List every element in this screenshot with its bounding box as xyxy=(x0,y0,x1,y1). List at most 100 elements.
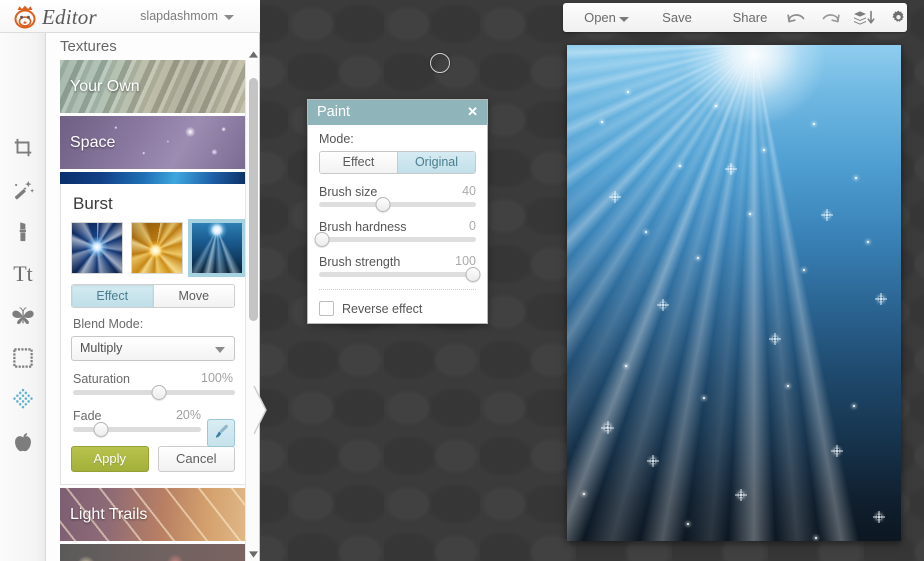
texture-category-label: Space xyxy=(70,133,116,151)
texture-thumbnail-burst-blue-sunburst[interactable] xyxy=(188,219,246,277)
texture-category-light-trails[interactable]: Light Trails xyxy=(60,488,246,541)
texture-thumbnail-burst-blue-star[interactable] xyxy=(71,222,123,274)
sparkle-star xyxy=(773,337,777,341)
sparkle xyxy=(787,385,789,387)
sparkle xyxy=(855,177,857,179)
monkey-logo-icon[interactable] xyxy=(11,4,39,30)
texture-mode-tabs: Effect Move xyxy=(71,284,235,308)
sparkle xyxy=(803,269,805,271)
cancel-button[interactable]: Cancel xyxy=(157,446,235,472)
sparkle-star xyxy=(739,493,743,497)
canvas-image-area[interactable] xyxy=(567,45,901,541)
redo-button[interactable] xyxy=(813,3,847,32)
brush-size-slider[interactable] xyxy=(319,197,476,212)
sparkle xyxy=(815,537,817,539)
sparkle-star xyxy=(651,459,655,463)
settings-button[interactable] xyxy=(881,3,915,32)
brush-strength-value: 100 xyxy=(455,254,476,268)
textures-panel: Textures Your Own Space Burst Effect Mov… xyxy=(46,33,260,561)
paint-mode-tabs: Effect Original xyxy=(319,151,476,174)
sidebar-item-themes[interactable] xyxy=(0,421,46,463)
sparkle-star xyxy=(879,297,883,301)
sidebar-item-frames[interactable] xyxy=(0,337,46,379)
brush-hardness-slider[interactable] xyxy=(314,232,476,247)
chevron-right-icon xyxy=(253,385,268,438)
brush-hardness-value: 0 xyxy=(469,219,476,233)
sidebar-item-touchup[interactable] xyxy=(0,211,46,253)
caret-down-icon[interactable] xyxy=(246,547,259,561)
brush-strength-slider-knob[interactable] xyxy=(465,267,481,282)
brush-size-slider-knob[interactable] xyxy=(375,197,391,212)
share-button[interactable]: Share xyxy=(721,3,779,32)
main-toolbar: Open Save Share xyxy=(563,3,907,32)
saturation-slider-knob[interactable] xyxy=(151,385,167,400)
saturation-slider[interactable] xyxy=(73,385,235,400)
undo-button[interactable] xyxy=(779,3,813,32)
brush-strength-label: Brush strength xyxy=(319,255,401,269)
paint-dialog-header[interactable]: Paint ✕ xyxy=(308,100,487,125)
sidebar-item-crop[interactable] xyxy=(0,127,46,169)
text-tt-icon: Tt xyxy=(13,261,33,286)
texture-category-label: Light Trails xyxy=(70,505,148,523)
texture-category-your-own[interactable]: Your Own xyxy=(60,60,246,113)
reverse-effect-checkbox[interactable] xyxy=(319,301,334,316)
sparkle xyxy=(867,241,869,243)
sidebar-item-overlays[interactable] xyxy=(0,295,46,337)
sidebar-item-text[interactable]: Tt xyxy=(0,253,46,295)
open-dropdown-caret-icon[interactable] xyxy=(619,17,629,22)
sidebar-item-textures[interactable] xyxy=(0,379,46,421)
sparkle-star xyxy=(729,167,733,171)
account-menu-label[interactable]: slapdashmom xyxy=(140,9,218,23)
saturation-value: 100% xyxy=(201,371,233,385)
apple-icon xyxy=(12,431,34,454)
sparkle xyxy=(697,257,699,259)
panel-collapse-handle[interactable] xyxy=(253,385,268,435)
chevron-down-icon xyxy=(215,347,225,353)
texture-thumbnail-row xyxy=(61,219,246,284)
tab-effect[interactable]: Effect xyxy=(72,285,153,307)
blend-mode-select[interactable]: Multiply xyxy=(71,336,235,361)
reverse-effect-label: Reverse effect xyxy=(342,301,423,316)
paintbrush-icon xyxy=(213,423,230,443)
brush-strength-row: Brush strength 100 xyxy=(319,254,476,270)
brush-size-label: Brush size xyxy=(319,185,378,199)
brush-hardness-slider-knob[interactable] xyxy=(314,232,330,247)
edited-photo xyxy=(567,45,901,541)
sparkle-star xyxy=(835,449,839,453)
burst-banner-strip[interactable] xyxy=(60,172,246,184)
texture-category-label: Your Own xyxy=(70,77,140,95)
reverse-effect-row[interactable]: Reverse effect xyxy=(308,290,487,316)
sparkle-star xyxy=(605,425,610,430)
sparkle xyxy=(679,165,681,167)
fade-value: 20% xyxy=(175,408,201,422)
brush-circle-cursor xyxy=(430,53,450,73)
texture-thumbnail-burst-gold[interactable] xyxy=(131,222,183,274)
sparkle xyxy=(645,231,647,233)
scrollbar-thumb[interactable] xyxy=(249,78,258,321)
flatten-layers-button[interactable] xyxy=(847,3,881,32)
burst-category-title: Burst xyxy=(73,194,113,213)
tab-paint-effect[interactable]: Effect xyxy=(320,152,397,173)
sidebar-item-effects[interactable] xyxy=(0,169,46,211)
tab-move[interactable]: Move xyxy=(152,285,234,307)
apply-button[interactable]: Apply xyxy=(71,446,149,472)
texture-category-space[interactable]: Space xyxy=(60,116,246,169)
chevron-down-icon[interactable] xyxy=(224,15,234,20)
save-button[interactable]: Save xyxy=(651,3,703,32)
sparkle xyxy=(627,91,629,93)
brush-strength-slider[interactable] xyxy=(319,267,481,282)
fade-slider[interactable] xyxy=(73,422,201,437)
tab-paint-original[interactable]: Original xyxy=(397,152,475,173)
sparkle xyxy=(813,123,815,125)
caret-up-icon[interactable] xyxy=(246,47,259,61)
close-icon[interactable]: ✕ xyxy=(467,104,478,120)
blend-mode-label: Blend Mode: xyxy=(73,317,144,331)
sparkle-star xyxy=(825,213,829,217)
texture-category-bokeh[interactable] xyxy=(60,544,246,561)
panel-scrollbar[interactable] xyxy=(245,50,259,561)
sparkle xyxy=(687,523,689,525)
tool-rail: Tt xyxy=(0,33,46,561)
paint-brush-toggle-button[interactable] xyxy=(207,419,235,447)
fade-slider-knob[interactable] xyxy=(93,422,109,437)
sparkle xyxy=(853,405,855,407)
